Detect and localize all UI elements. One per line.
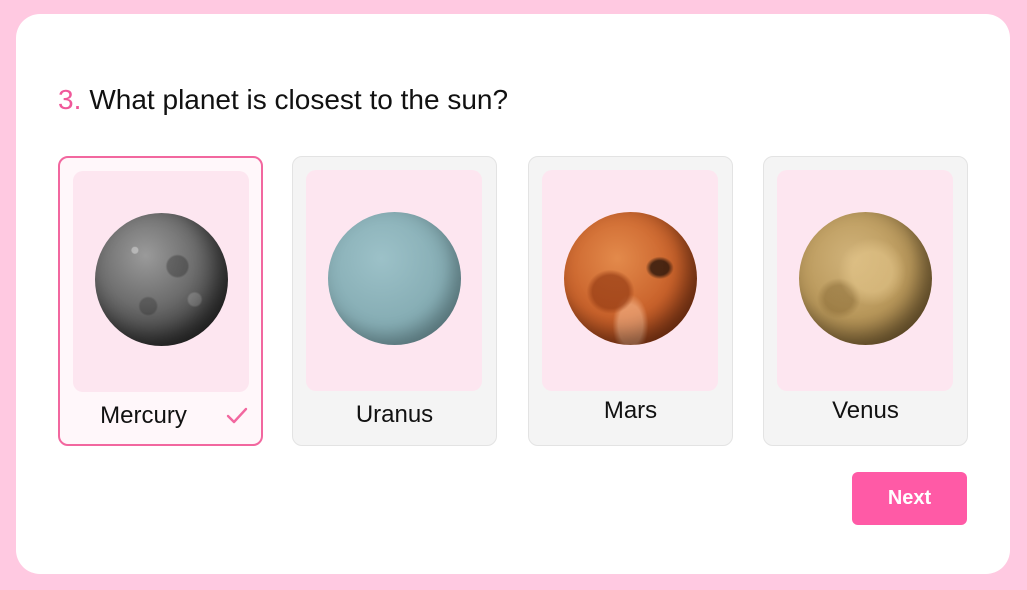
next-button[interactable]: Next: [852, 472, 967, 525]
mars-image: [564, 212, 697, 345]
uranus-image: [328, 212, 461, 345]
option-label-venus: Venus: [832, 397, 899, 424]
option-thumbnail: [777, 170, 953, 391]
mercury-image: [95, 213, 228, 346]
question-text: What planet is closest to the sun?: [89, 84, 509, 115]
quiz-card: 3. What planet is closest to the sun? Mer…: [16, 14, 1010, 574]
option-thumbnail: [306, 170, 482, 391]
option-thumbnail: [73, 171, 249, 392]
venus-image: [799, 212, 932, 345]
option-label-uranus: Uranus: [355, 401, 434, 428]
question-heading: 3. What planet is closest to the sun?: [58, 84, 508, 116]
option-thumbnail: [542, 170, 718, 391]
option-mars[interactable]: Mars: [528, 156, 733, 446]
question-number: 3.: [58, 84, 82, 115]
option-label-mars: Mars: [603, 397, 658, 424]
answer-options: Mercury Uranus Mars Venus: [58, 156, 968, 446]
option-uranus[interactable]: Uranus: [292, 156, 497, 446]
checkmark-icon: [226, 407, 248, 424]
option-mercury[interactable]: Mercury: [58, 156, 263, 446]
option-venus[interactable]: Venus: [763, 156, 968, 446]
